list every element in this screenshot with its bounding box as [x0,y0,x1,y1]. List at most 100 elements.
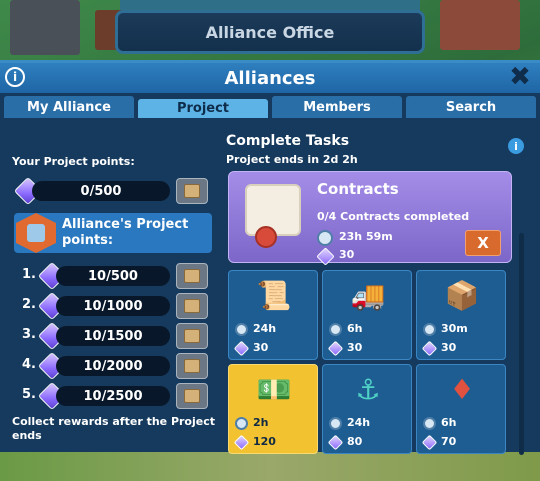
tasks-scrollbar[interactable] [519,233,524,455]
clock-icon [423,417,436,430]
reward-box-icon [184,389,200,403]
cancel-task-button[interactable]: X [465,230,501,256]
tier-row: 1. 10/500 [12,261,212,291]
tier-value: 10/2500 [56,386,170,406]
tier-row: 4. 10/2000 [12,351,212,381]
your-points-label: Your Project points: [12,155,135,168]
alliance-points-label: Alliance's Project points: [62,217,189,248]
task-tile[interactable]: 📜 24h 30 [228,270,318,360]
tier-row: 3. 10/1500 [12,321,212,351]
cash-stack-icon: 💵 [256,372,292,406]
tier-rank: 3. [22,327,36,342]
tier-row: 5. 10/2500 [12,381,212,411]
project-points-column: Your Project points: 0/500 Alliance's Pr… [0,123,220,455]
task-tile[interactable]: ♦ 6h 70 [416,364,506,454]
task-grid: 📜 24h 30 🚚 6h 30 📦 30m 30 💵 2h 120 ⚓ 24h… [228,270,512,454]
task-gems: 70 [441,435,457,448]
clock-icon [235,323,248,336]
featured-task-progress: 0/4 Contracts completed [317,210,470,223]
alliance-office-banner: Alliance Office [115,10,425,54]
gem-icon [233,434,250,451]
background-building [10,0,80,55]
reward-box-icon [184,329,200,343]
task-tile-selected[interactable]: 💵 2h 120 [228,364,318,454]
task-time: 2h [253,416,269,429]
gem-icon [233,340,250,357]
tab-bar: My Alliance Project Members Search [4,96,536,118]
your-points-row: 0/500 [12,176,212,206]
reward-chest-button[interactable] [176,178,208,204]
clock-icon [329,417,342,430]
task-tile[interactable]: 🚚 6h 30 [322,270,412,360]
task-time: 24h [253,322,277,335]
background-building [440,0,520,50]
gem-icon [421,434,438,451]
info-icon[interactable]: i [5,67,25,87]
complete-tasks-title: Complete Tasks [226,133,350,149]
clock-icon [317,230,333,246]
anchor-icon: ⚓ [355,372,381,406]
seal-icon [255,226,277,248]
alliance-points-banner: Alliance's Project points: [14,213,212,253]
reward-box-icon [184,299,200,313]
featured-task-time: 23h 59m [339,230,393,243]
task-tile[interactable]: 📦 30m 30 [416,270,506,360]
info-icon-glyph: i [12,70,18,84]
ruby-ore-icon: ♦ [449,372,475,406]
tier-value: 10/1500 [56,326,170,346]
window-title: Alliances [224,67,316,89]
tier-reward-button[interactable] [176,353,208,379]
task-time: 6h [347,322,363,335]
window-titlebar: i Alliances ✖ [0,63,540,93]
tier-row: 2. 10/1000 [12,291,212,321]
reward-box-icon [184,184,200,198]
tier-reward-button[interactable] [176,383,208,409]
tab-search[interactable]: Search [406,96,536,118]
tier-rank: 5. [22,387,36,402]
tier-rank: 2. [22,297,36,312]
contract-scroll-icon: 📜 [256,278,292,312]
task-gems: 30 [253,341,269,354]
tier-value: 10/500 [56,266,170,286]
featured-task-name: Contracts [317,180,399,198]
alliances-window: i Alliances ✖ My Alliance Project Member… [0,60,540,455]
tier-rank: 1. [22,267,36,282]
collect-rewards-note: Collect rewards after the Project ends [12,415,216,442]
office-banner-label: Alliance Office [205,22,335,42]
reward-box-icon [184,359,200,373]
clock-icon [235,417,248,430]
tier-reward-button[interactable] [176,263,208,289]
reward-box-icon [184,269,200,283]
task-gems: 80 [347,435,363,448]
task-time: 24h [347,416,371,429]
tier-value: 10/2000 [56,356,170,376]
clock-icon [423,323,436,336]
featured-task-gems: 30 [339,248,355,261]
tab-project[interactable]: Project [138,99,268,118]
task-gems: 30 [347,341,363,354]
task-gems: 30 [441,341,457,354]
gem-icon [316,247,335,266]
alliance-emblem-icon [16,213,56,253]
tier-value: 10/1000 [56,296,170,316]
gem-icon [327,434,344,451]
gem-icon [327,340,344,357]
project-ends-label: Project ends in 2d 2h [226,153,358,166]
clock-icon [329,323,342,336]
tier-reward-button[interactable] [176,323,208,349]
gem-icon [421,340,438,357]
crates-icon: 📦 [444,278,480,312]
task-time: 6h [441,416,457,429]
task-tile[interactable]: ⚓ 24h 80 [322,364,412,454]
truck-unload-icon: 🚚 [350,278,386,312]
tasks-info-icon[interactable]: i [508,138,524,154]
tasks-column: Complete Tasks Project ends in 2d 2h i C… [226,123,536,455]
tab-my-alliance[interactable]: My Alliance [4,96,134,118]
close-icon[interactable]: ✖ [508,64,532,90]
tab-members[interactable]: Members [272,96,402,118]
tier-rank: 4. [22,357,36,372]
your-points-value: 0/500 [32,181,170,201]
task-gems: 120 [253,435,276,448]
tier-reward-button[interactable] [176,293,208,319]
featured-task-card[interactable]: Contracts 0/4 Contracts completed 23h 59… [228,171,512,266]
